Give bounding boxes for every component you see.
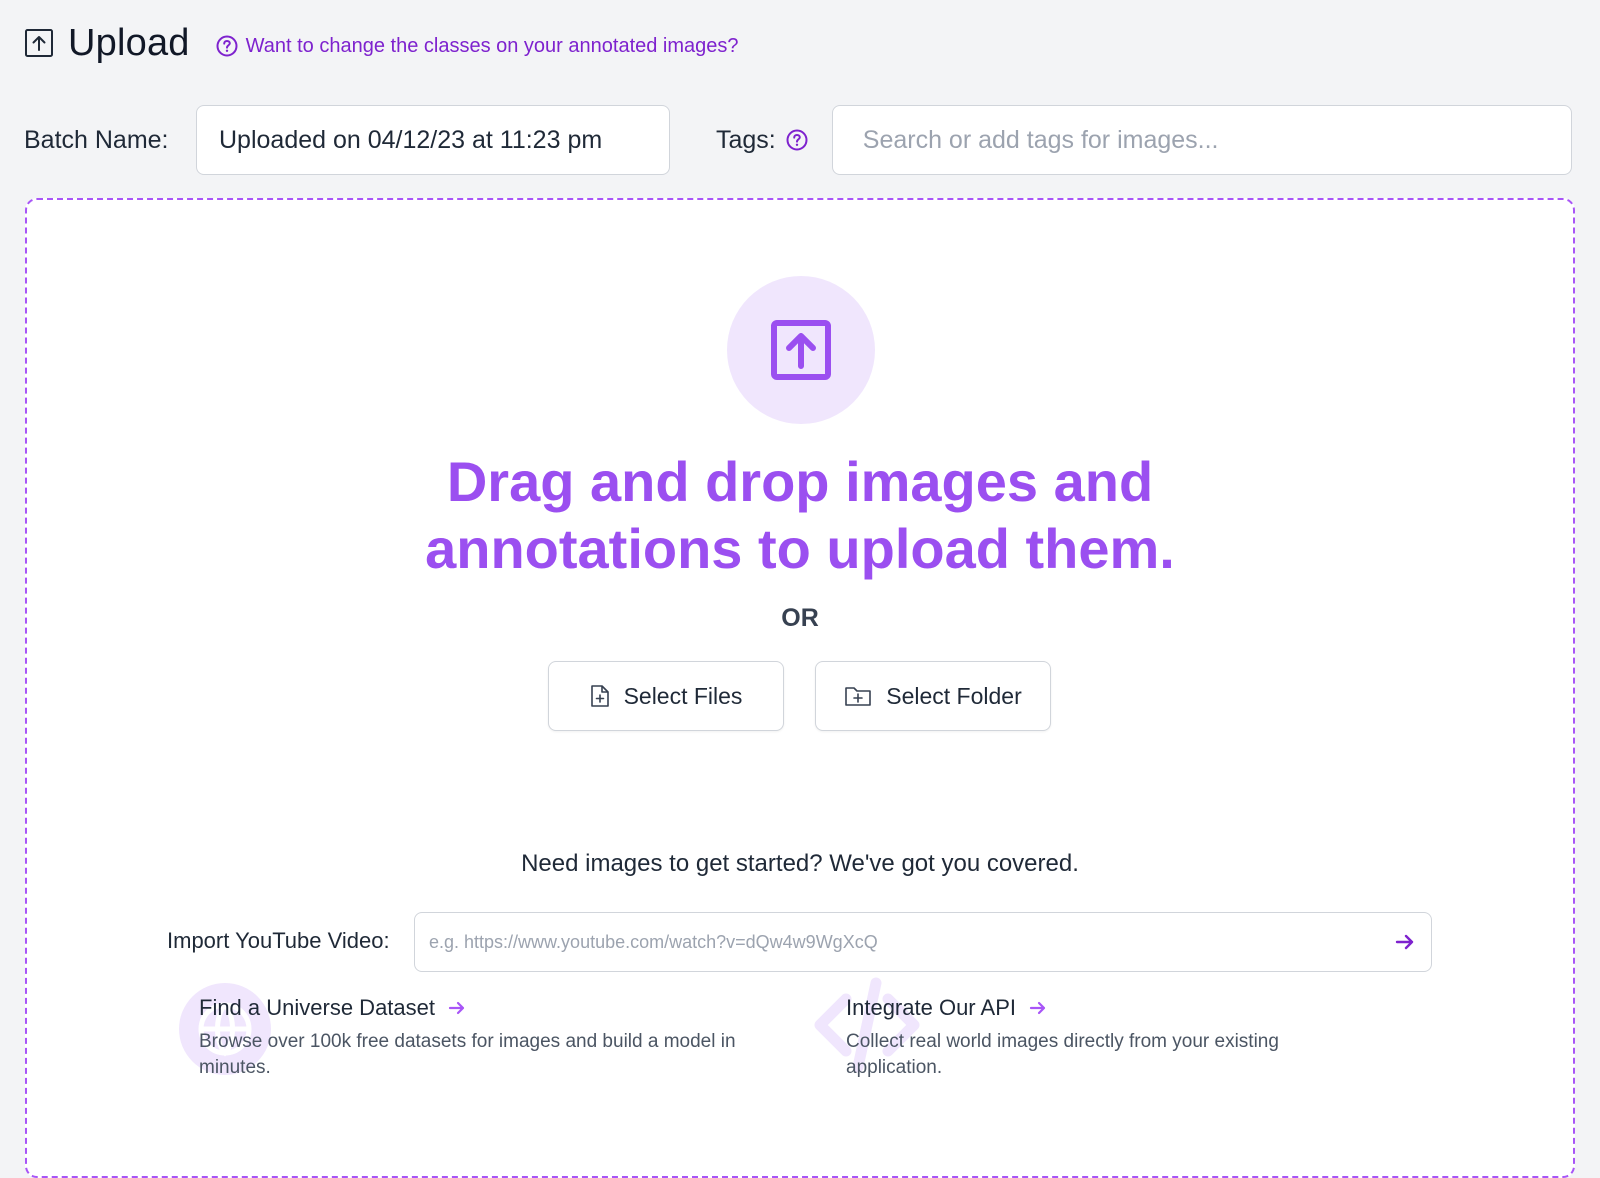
arrow-right-icon [448,1001,465,1015]
help-link-text: Want to change the classes on your annot… [245,34,739,57]
batch-name-label: Batch Name: [24,125,169,154]
upload-icon [25,29,53,57]
arrow-right-icon[interactable] [1393,930,1417,954]
integrate-api-description: Collect real world images directly from … [846,1031,1279,1078]
upload-dropzone[interactable]: Drag and drop images and annotations to … [25,198,1575,1178]
batch-name-input[interactable]: Uploaded on 04/12/23 at 11:23 pm [196,105,670,175]
file-plus-icon [590,685,609,707]
youtube-import-label: Import YouTube Video: [167,928,390,953]
universe-dataset-link[interactable]: Find a Universe Dataset [199,995,757,1021]
getting-started-heading: Need images to get started? We've got yo… [521,850,1079,877]
arrow-right-icon [1029,1001,1046,1015]
dropzone-headline: Drag and drop images and annotations to … [27,448,1573,582]
tags-label-text: Tags: [716,125,776,154]
folder-plus-icon [845,687,872,706]
page-title: Upload [68,21,190,64]
page-header: Upload Want to change the classes on you… [24,22,739,64]
headline-line-1: Drag and drop images and [446,450,1154,513]
universe-dataset-card[interactable]: Find a Universe Dataset Browse over 100k… [177,983,757,1081]
tags-help-icon[interactable] [786,129,808,151]
batch-row: Batch Name: Uploaded on 04/12/23 at 11:2… [24,105,1574,175]
select-folder-button[interactable]: Select Folder [815,661,1051,731]
question-circle-icon [216,35,238,57]
select-files-label: Select Files [623,682,743,709]
upload-circle [727,276,875,424]
integrate-api-link[interactable]: Integrate Our API [846,995,1344,1021]
select-folder-label: Select Folder [886,682,1022,709]
upload-arrow-icon [771,320,831,380]
youtube-url-placeholder: e.g. https://www.youtube.com/watch?v=dQw… [429,931,878,952]
universe-dataset-title: Find a Universe Dataset [199,995,435,1020]
tags-label: Tags: [716,126,808,155]
change-classes-help-link[interactable]: Want to change the classes on your annot… [216,35,739,58]
select-files-button[interactable]: Select Files [548,661,784,731]
universe-dataset-description: Browse over 100k free datasets for image… [199,1031,736,1078]
tags-search-input[interactable]: Search or add tags for images... [831,105,1572,175]
headline-line-2: annotations to upload them. [425,517,1175,580]
integrate-api-title: Integrate Our API [846,995,1016,1020]
or-divider: OR [781,604,819,632]
integrate-api-card[interactable]: Integrate Our API Collect real world ima… [814,977,1344,1081]
youtube-url-input[interactable]: e.g. https://www.youtube.com/watch?v=dQw… [414,912,1432,972]
